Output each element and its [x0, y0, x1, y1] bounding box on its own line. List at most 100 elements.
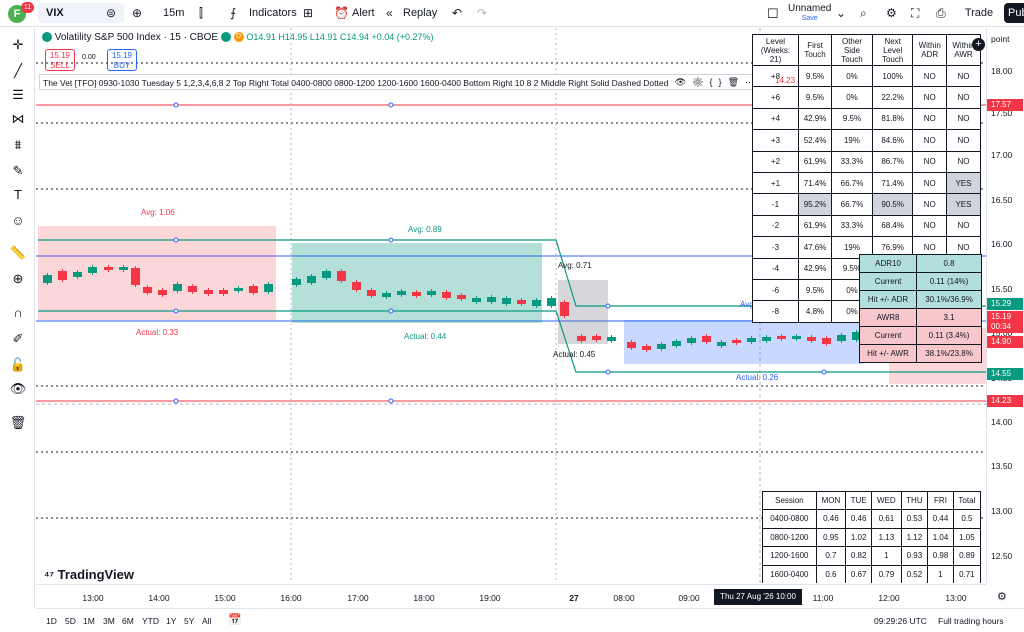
search-icon[interactable]: ⌕: [860, 6, 867, 21]
camera-icon[interactable]: ⎙: [936, 6, 946, 21]
chart-pane[interactable]: Volatility S&P 500 Index · 15 · CBOE D O…: [36, 28, 986, 583]
pattern-icon[interactable]: ⋈: [9, 110, 27, 128]
session-header: MON: [815, 491, 847, 510]
indicator-legend[interactable]: The Vet [TFO] 0930-1030 Tuesday 5 1,2,3,…: [39, 74, 765, 90]
table-row: Hit +/- ADR 30.1%/36.9%: [858, 290, 982, 309]
checkbox-icon[interactable]: ☐: [767, 6, 779, 22]
range-button[interactable]: All: [202, 616, 211, 626]
templates-icon[interactable]: ⊞: [303, 6, 313, 20]
fib-icon[interactable]: ⩩: [9, 136, 27, 154]
level-cell: 52.4%: [797, 129, 833, 152]
publish-button[interactable]: Pub: [1004, 3, 1024, 23]
actual-label: Actual: 0.26: [736, 373, 779, 382]
time-label: 19:00: [479, 593, 501, 603]
ruler-icon[interactable]: 📏: [9, 244, 27, 262]
adr-cell: 0.8: [916, 254, 982, 273]
time-label: 15:00: [214, 593, 236, 603]
save-label[interactable]: Save: [788, 14, 831, 24]
range-button[interactable]: 1D: [46, 616, 57, 626]
table-row: 1200-1600 0.7 0.82 1 0.93 0.98 0.89: [762, 546, 982, 566]
redo-icon[interactable]: ↷: [477, 6, 487, 20]
table-row: +2 61.9% 33.3% 86.7% NO NO: [752, 150, 982, 173]
level-cell: 22.2%: [871, 86, 914, 109]
adr-cell: 0.11 (14%): [916, 272, 982, 291]
price-label: 18.00: [991, 66, 1013, 76]
chevron-down-icon[interactable]: ⌄: [836, 6, 846, 20]
session-header: Total: [952, 491, 982, 510]
session-header: THU: [900, 491, 929, 510]
interval-button[interactable]: 15m: [163, 7, 184, 19]
replay-icon[interactable]: «: [386, 6, 393, 20]
indicator-controls[interactable]: 👁⚙{}🗑⋯: [675, 77, 760, 88]
zoom-icon[interactable]: ⊕: [9, 270, 27, 288]
time-label: 11:00: [812, 593, 834, 603]
candle-type-icon[interactable]: ⫿: [199, 6, 203, 21]
alert-button[interactable]: Alert: [352, 7, 375, 19]
level-cell: NO: [912, 107, 947, 131]
level-cell: -2: [752, 214, 799, 238]
price-label: 14.00: [991, 417, 1013, 427]
buy-button[interactable]: 15.19 BUY: [107, 49, 137, 71]
gear-icon[interactable]: ⚙: [997, 590, 1007, 603]
adr-cell: 0.11 (3.4%): [916, 326, 982, 345]
time-axis[interactable]: 13:00 14:00 15:00 16:00 17:00 18:00 19:00 27 08:…: [36, 584, 1007, 608]
clock-display[interactable]: 09:29:26 UTC: [874, 616, 927, 626]
indicators-icon[interactable]: ⨍: [230, 6, 236, 20]
compare-icon[interactable]: ⊜: [106, 6, 116, 20]
session-header: Session: [762, 491, 817, 510]
replay-button[interactable]: Replay: [403, 7, 437, 19]
axis-unit[interactable]: point: [991, 34, 1009, 44]
calendar-icon[interactable]: 📅: [228, 613, 242, 626]
text-icon[interactable]: T: [9, 186, 27, 204]
range-button[interactable]: 1Y: [166, 616, 176, 626]
adr-cell: Hit +/- ADR: [858, 290, 918, 309]
range-button[interactable]: 1M: [83, 616, 95, 626]
session-cell: 1.13: [871, 527, 902, 547]
level-cell: 61.9%: [797, 214, 833, 238]
range-button[interactable]: 6M: [122, 616, 134, 626]
sell-button[interactable]: 15.19 SELL: [45, 49, 75, 71]
range-button[interactable]: 5D: [65, 616, 76, 626]
gear-icon[interactable]: ⚙: [886, 6, 897, 20]
magnet-icon[interactable]: ∩: [9, 304, 27, 322]
emoji-icon[interactable]: ☺: [9, 212, 27, 230]
session-toggle[interactable]: Full trading hours: [938, 616, 1004, 626]
range-button[interactable]: YTD: [142, 616, 159, 626]
crosshair-icon[interactable]: ✛: [9, 36, 27, 54]
table-row: Current 0.11 (14%): [858, 272, 982, 291]
layout-name[interactable]: Unnamed Save: [788, 4, 831, 24]
lock-drawing-icon[interactable]: ✐: [9, 330, 27, 348]
adr-cell: AWR8: [858, 308, 918, 327]
alert-icon[interactable]: ⏰: [334, 6, 349, 20]
session-cell: 0.71: [952, 564, 982, 583]
eye-icon[interactable]: 👁: [9, 380, 27, 398]
horizontal-lines-icon[interactable]: ☰: [9, 86, 27, 104]
trash-icon[interactable]: 🗑: [9, 414, 27, 432]
level-cell: YES: [945, 171, 982, 195]
add-icon[interactable]: +: [972, 38, 985, 51]
adr-cell: 30.1%/36.9%: [916, 290, 982, 309]
trendline-icon[interactable]: ╱: [9, 62, 27, 80]
table-row: AWR8 3.1: [858, 308, 982, 327]
indicators-button[interactable]: Indicators: [249, 7, 297, 19]
trade-button[interactable]: Trade: [957, 3, 1001, 23]
session-cell: 1.02: [845, 527, 873, 547]
level-cell: +4: [752, 107, 799, 131]
price-label: 17.00: [991, 150, 1013, 160]
fullscreen-icon[interactable]: ⛶: [911, 6, 919, 21]
undo-icon[interactable]: ↶: [452, 6, 462, 20]
level-cell: 47.6%: [797, 236, 833, 259]
ohlc-values: O14.91 H14.95 L14.91 C14.94 +0.04 (+0.27…: [246, 32, 434, 42]
lock-icon[interactable]: 🔓: [9, 356, 27, 374]
brush-icon[interactable]: ✎: [9, 162, 27, 180]
legend-title[interactable]: Volatility S&P 500 Index · 15 · CBOE: [55, 32, 218, 43]
price-axis[interactable]: point 18.00 17.50 17.00 16.50 16.00 15.50 15.0…: [986, 28, 1024, 583]
session-cell: 1: [927, 564, 954, 583]
range-button[interactable]: 5Y: [184, 616, 194, 626]
add-symbol-icon[interactable]: ⊕: [132, 6, 142, 20]
table-row: +3 52.4% 19% 84.6% NO NO: [752, 129, 982, 152]
bottom-toolbar: 1D 5D 1M 3M 6M YTD 1Y 5Y All 📅 09:29:26 UTC Full…: [36, 608, 1024, 632]
range-button[interactable]: 3M: [103, 616, 115, 626]
level-cell: 100%: [871, 64, 914, 88]
table-row: 0800-1200 0.95 1.02 1.13 1.12 1.04 1.05: [762, 527, 982, 547]
